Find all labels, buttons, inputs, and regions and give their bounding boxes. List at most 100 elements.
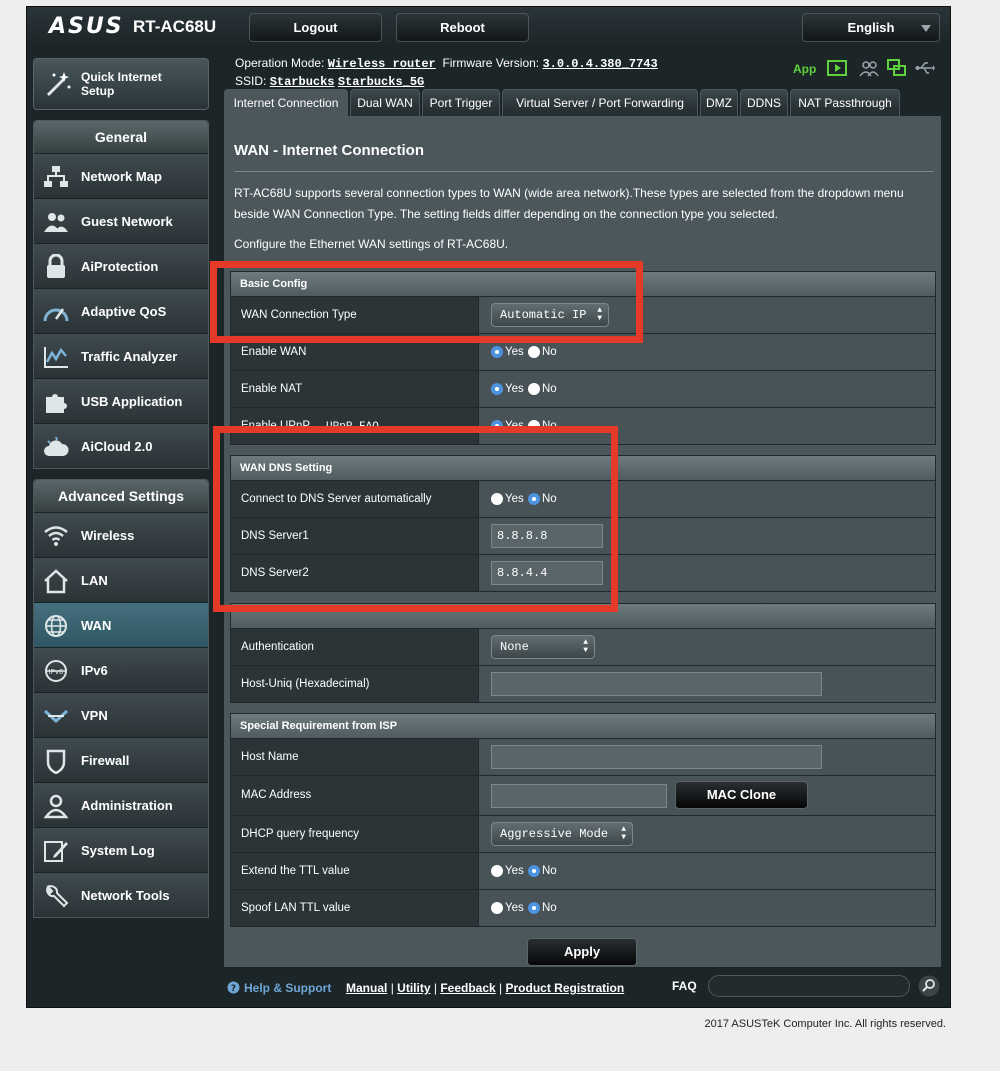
tab-dual-wan[interactable]: Dual WAN bbox=[350, 89, 420, 116]
sidebar-item-label: AiProtection bbox=[81, 259, 159, 274]
page-title: WAN - Internet Connection bbox=[234, 142, 424, 159]
svg-text:IPv6: IPv6 bbox=[49, 668, 64, 676]
dhcp-query-select[interactable]: Aggressive Mode ▲ ▼ bbox=[491, 822, 633, 846]
host-name-label: Host Name bbox=[241, 751, 299, 763]
sidebar-item-network-map[interactable]: Network Map bbox=[34, 153, 208, 198]
language-value: English bbox=[847, 20, 895, 35]
enable-nat-row: Enable NAT Yes No bbox=[231, 370, 935, 407]
tab-ddns[interactable]: DDNS bbox=[740, 89, 788, 116]
extend-ttl-no-radio[interactable]: No bbox=[528, 865, 557, 877]
general-title: General bbox=[34, 121, 208, 153]
enable-nat-no-radio[interactable]: No bbox=[528, 383, 557, 395]
account-table: Authentication None ▲ ▼ Host-Uniq (Hexade… bbox=[230, 603, 936, 703]
logout-button[interactable]: Logout bbox=[249, 13, 382, 42]
model-name: RT-AC68U bbox=[133, 17, 217, 36]
faq-search-input[interactable] bbox=[708, 975, 910, 997]
isp-header: Special Requirement from ISP bbox=[231, 714, 935, 738]
sidebar-item-network-tools[interactable]: Network Tools bbox=[34, 872, 208, 917]
reboot-button[interactable]: Reboot bbox=[396, 13, 529, 42]
sidebar-item-label: Firewall bbox=[81, 753, 130, 768]
sidebar-item-label: LAN bbox=[81, 573, 108, 588]
magic-wand-icon bbox=[46, 72, 71, 97]
utility-link[interactable]: Utility bbox=[397, 981, 430, 995]
sidebar-item-vpn[interactable]: VPN bbox=[34, 692, 208, 737]
search-icon[interactable] bbox=[918, 975, 940, 997]
sidebar-item-system-log[interactable]: System Log bbox=[34, 827, 208, 872]
router-admin-window: ASUS RT-AC68U Logout Reboot English Oper… bbox=[26, 6, 951, 1008]
extend-ttl-yes-radio[interactable]: Yes bbox=[491, 865, 524, 877]
sidebar-item-label: Guest Network bbox=[81, 214, 173, 229]
ssid-link-2[interactable]: Starbucks_5G bbox=[338, 75, 424, 89]
wifi-icon bbox=[44, 526, 68, 546]
tab-nat-passthrough[interactable]: NAT Passthrough bbox=[790, 89, 900, 116]
tab-dmz[interactable]: DMZ bbox=[700, 89, 738, 116]
vpn-icon bbox=[43, 709, 69, 724]
speedometer-icon bbox=[43, 308, 69, 322]
usb-icon[interactable] bbox=[915, 59, 935, 77]
feedback-link[interactable]: Feedback bbox=[440, 981, 495, 995]
sidebar-item-aicloud[interactable]: AiCloud 2.0 bbox=[34, 423, 208, 468]
tab-port-trigger[interactable]: Port Trigger bbox=[422, 89, 500, 116]
sidebar-item-administration[interactable]: Administration bbox=[34, 782, 208, 827]
sidebar-item-label: IPv6 bbox=[81, 663, 108, 678]
page-description-2: Configure the Ethernet WAN settings of R… bbox=[234, 237, 509, 251]
sidebar-item-wireless[interactable]: Wireless bbox=[34, 512, 208, 557]
tab-virtual-server[interactable]: Virtual Server / Port Forwarding bbox=[502, 89, 698, 116]
mac-address-input[interactable] bbox=[491, 784, 667, 808]
dhcp-query-label: DHCP query frequency bbox=[241, 828, 360, 840]
sidebar-item-firewall[interactable]: Firewall bbox=[34, 737, 208, 782]
op-mode-label: Operation Mode: bbox=[235, 56, 325, 70]
spoof-ttl-no-radio[interactable]: No bbox=[528, 902, 557, 914]
sidebar-item-ipv6[interactable]: IPv6 IPv6 bbox=[34, 647, 208, 692]
ssid-link-1[interactable]: Starbucks bbox=[270, 75, 335, 89]
sidebar-item-lan[interactable]: LAN bbox=[34, 557, 208, 602]
app-play-icon[interactable] bbox=[827, 59, 847, 77]
apply-button[interactable]: Apply bbox=[527, 938, 637, 966]
sidebar-item-aiprotection[interactable]: AiProtection bbox=[34, 243, 208, 288]
sidebar-item-label: WAN bbox=[81, 618, 112, 633]
manual-link[interactable]: Manual bbox=[346, 981, 387, 995]
mac-clone-button[interactable]: MAC Clone bbox=[675, 781, 808, 809]
extend-ttl-label: Extend the TTL value bbox=[241, 865, 350, 877]
app-label[interactable]: App bbox=[793, 62, 816, 76]
chevron-down-icon bbox=[921, 25, 931, 32]
host-uniq-input[interactable] bbox=[491, 672, 822, 696]
asus-logo: ASUS bbox=[49, 14, 124, 39]
clients-icon[interactable] bbox=[859, 59, 879, 77]
log-edit-icon bbox=[44, 841, 68, 862]
home-icon bbox=[44, 569, 68, 594]
admin-user-icon bbox=[43, 794, 69, 819]
firmware-link[interactable]: 3.0.0.4.380_7743 bbox=[542, 57, 657, 71]
sidebar-item-adaptive-qos[interactable]: Adaptive QoS bbox=[34, 288, 208, 333]
op-mode-link[interactable]: Wireless router bbox=[328, 57, 436, 71]
sidebar-item-wan[interactable]: WAN bbox=[34, 602, 208, 647]
sidebar-item-label: VPN bbox=[81, 708, 108, 723]
cloud-icon bbox=[44, 436, 69, 456]
authentication-select[interactable]: None ▲ ▼ bbox=[491, 635, 595, 659]
sidebar-item-traffic-analyzer[interactable]: Traffic Analyzer bbox=[34, 333, 208, 378]
ssid-label: SSID: bbox=[235, 74, 267, 88]
footer: ? Help & Support Manual | Utility | Feed… bbox=[224, 972, 941, 1002]
sidebar-item-label: AiCloud 2.0 bbox=[81, 439, 153, 454]
enable-wan-no-radio[interactable]: No bbox=[528, 346, 557, 358]
footer-separator: | bbox=[499, 981, 503, 995]
spoof-ttl-yes-radio[interactable]: Yes bbox=[491, 902, 524, 914]
help-support-label[interactable]: Help & Support bbox=[244, 981, 331, 995]
globe-icon bbox=[45, 615, 67, 637]
tab-internet-connection[interactable]: Internet Connection bbox=[224, 89, 348, 116]
authentication-label: Authentication bbox=[241, 641, 314, 653]
enable-wan-yes-radio[interactable]: Yes bbox=[491, 346, 524, 358]
sidebar-item-usb-application[interactable]: USB Application bbox=[34, 378, 208, 423]
language-select[interactable]: English bbox=[802, 13, 940, 42]
guest-network-icon bbox=[44, 213, 68, 232]
host-name-input[interactable] bbox=[491, 745, 822, 769]
sidebar-item-label: System Log bbox=[81, 843, 155, 858]
sidebar-item-guest-network[interactable]: Guest Network bbox=[34, 198, 208, 243]
product-registration-link[interactable]: Product Registration bbox=[505, 981, 624, 995]
quick-internet-setup-button[interactable]: Quick Internet Setup bbox=[33, 58, 209, 110]
shield-icon bbox=[46, 749, 66, 774]
host-uniq-label: Host-Uniq (Hexadecimal) bbox=[241, 678, 370, 690]
network-status-icon[interactable] bbox=[887, 59, 907, 77]
dhcp-query-row: DHCP query frequency Aggressive Mode ▲ ▼ bbox=[231, 815, 935, 852]
enable-nat-yes-radio[interactable]: Yes bbox=[491, 383, 524, 395]
